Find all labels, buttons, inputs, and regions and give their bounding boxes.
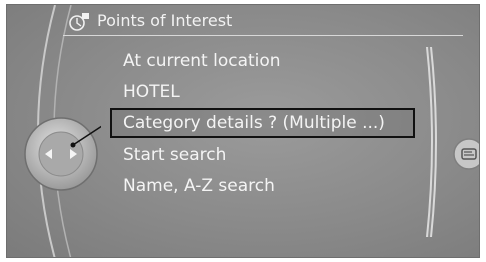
idrive-screen: Points of Interest At current location H… (6, 4, 480, 258)
poi-icon (69, 13, 89, 31)
options-button-icon[interactable] (452, 137, 480, 171)
menu-item-at-current-location[interactable]: At current location (123, 49, 281, 73)
header-divider (63, 35, 463, 36)
menu-item-hotel[interactable]: HOTEL (123, 80, 180, 104)
menu-item-name-az-search[interactable]: Name, A-Z search (123, 174, 275, 198)
menu-item-start-search[interactable]: Start search (123, 143, 226, 167)
page-title: Points of Interest (97, 11, 233, 30)
scrollbar[interactable] (425, 47, 441, 237)
menu-item-category-details[interactable]: Category details ? (Multiple ...) (123, 111, 385, 135)
controller-knob-icon[interactable] (21, 114, 101, 194)
